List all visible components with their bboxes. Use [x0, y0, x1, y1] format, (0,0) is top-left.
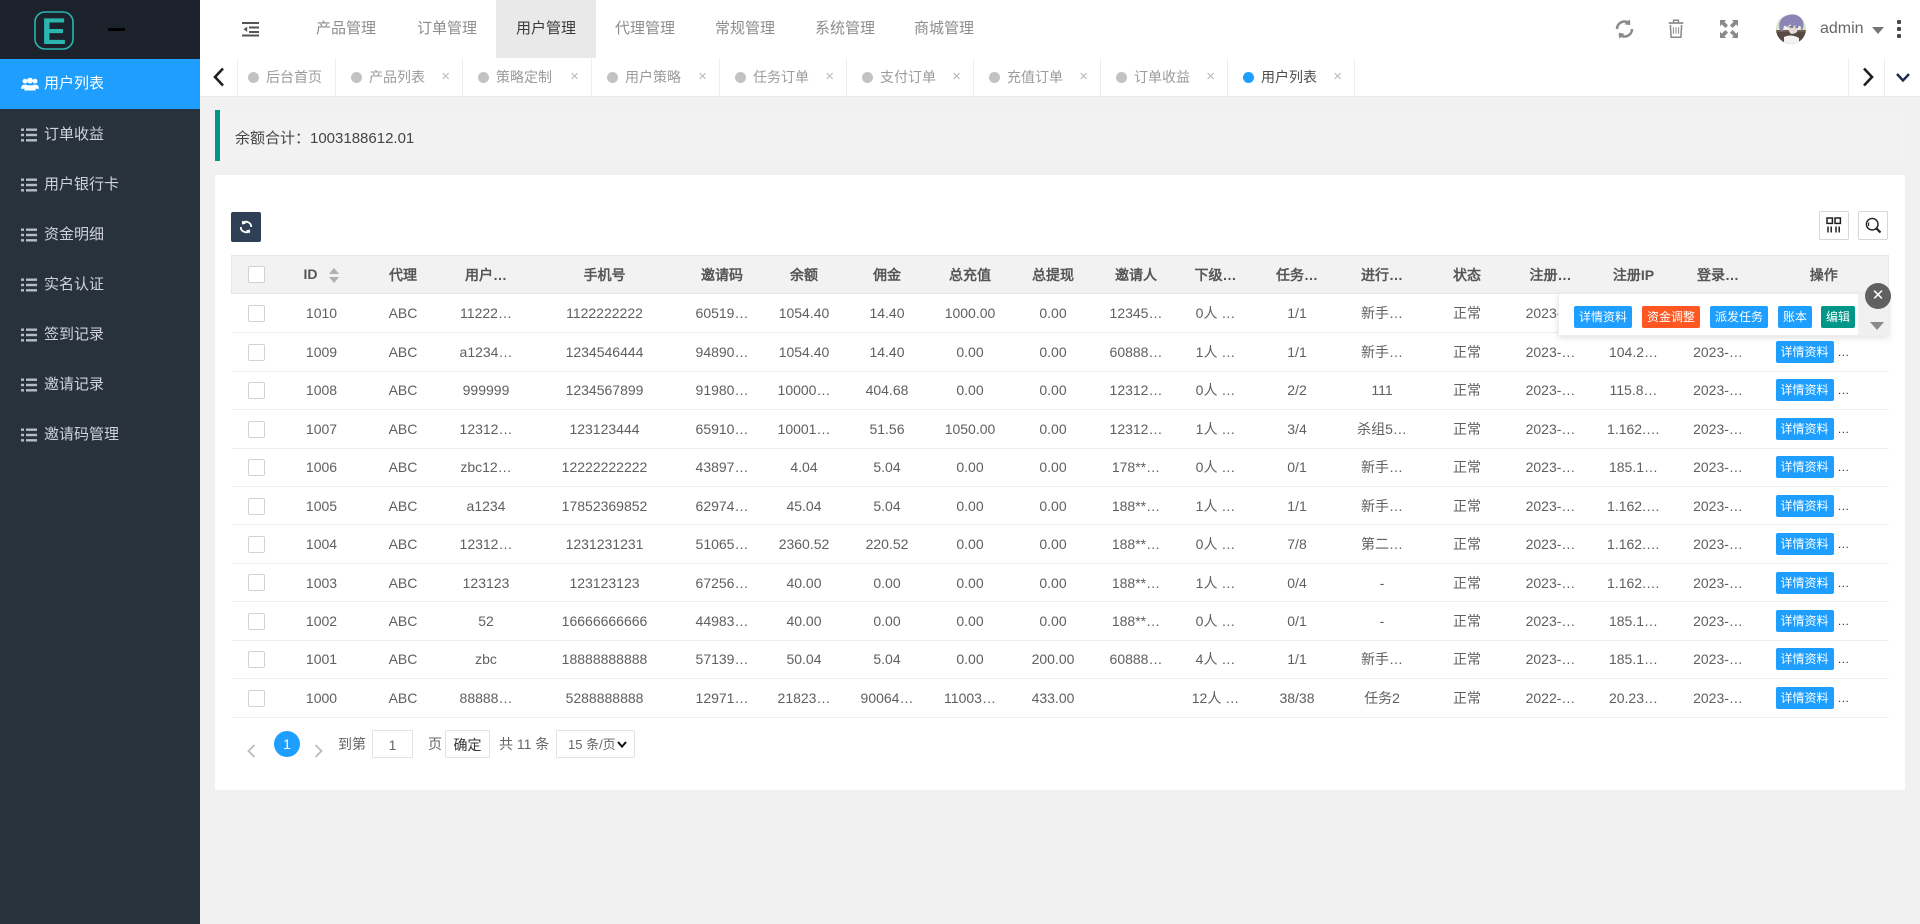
svg-text:E: E	[42, 11, 67, 52]
